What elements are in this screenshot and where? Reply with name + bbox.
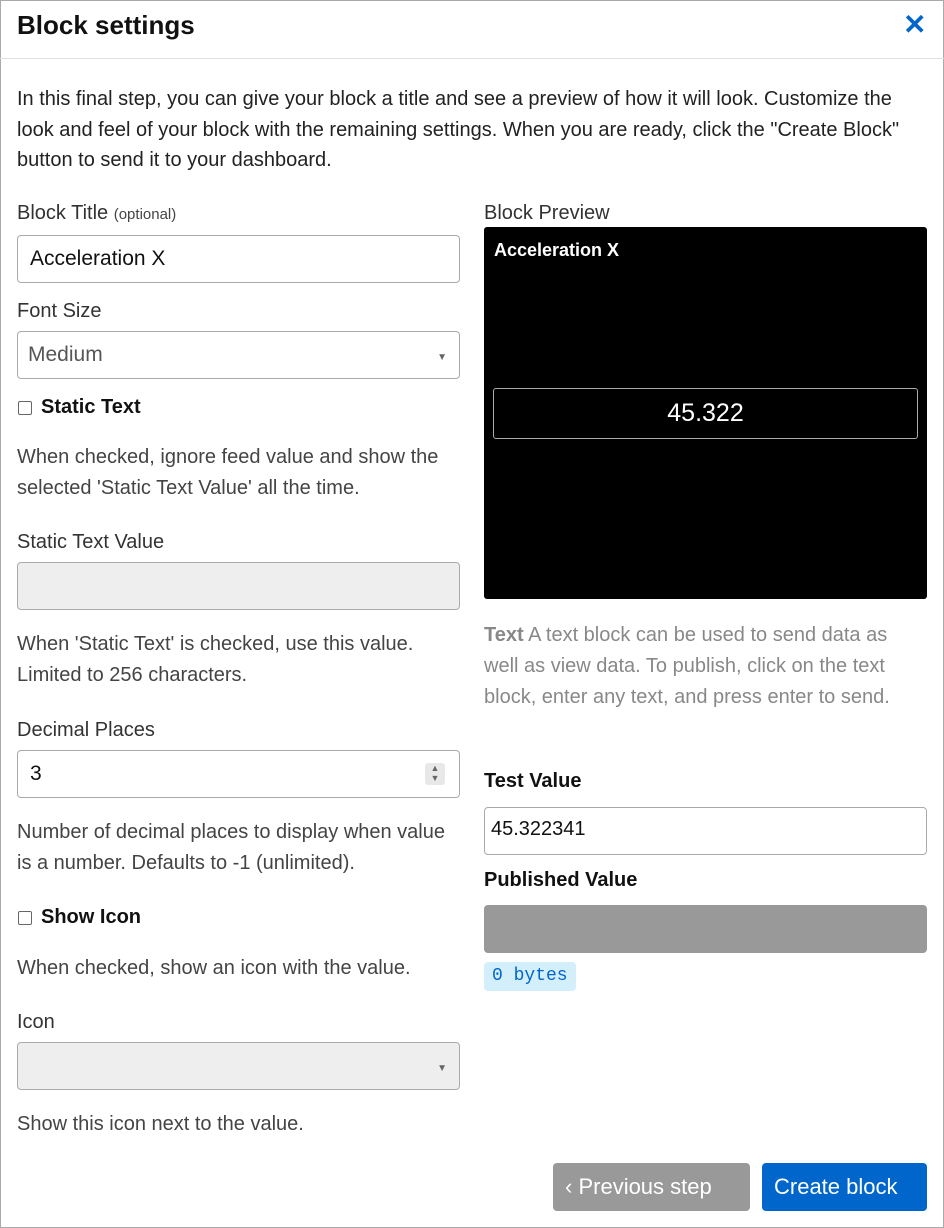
static-text-checkbox[interactable]: [18, 401, 32, 415]
block-title-input[interactable]: Acceleration X: [17, 235, 460, 283]
chevron-down-icon: ▼: [437, 352, 447, 363]
icon-help: Show this icon next to the value.: [17, 1113, 304, 1135]
decimal-places-input[interactable]: 3 ▲ ▼: [17, 750, 460, 798]
chevron-left-icon: ‹: [565, 1174, 579, 1199]
previous-step-label: Previous step: [578, 1174, 712, 1199]
block-description-text: A text block can be used to send data as…: [484, 624, 890, 708]
font-size-label: Font Size: [17, 300, 102, 322]
decimal-places-help: Number of decimal places to display when…: [17, 821, 445, 874]
block-title-label: Block Title (optional): [17, 202, 176, 225]
show-icon-label: Show Icon: [41, 906, 141, 928]
decimal-places-label: Decimal Places: [17, 719, 155, 741]
label-text: Block Title: [17, 202, 109, 224]
static-text-help: When checked, ignore feed value and show…: [17, 446, 439, 499]
create-block-button[interactable]: Create block: [762, 1163, 927, 1211]
dialog-title: Block settings: [17, 10, 195, 40]
show-icon-checkbox[interactable]: [18, 911, 32, 925]
block-preview: Acceleration X 45.322: [484, 227, 927, 599]
stepper-icon[interactable]: ▲ ▼: [425, 763, 445, 785]
preview-value-input[interactable]: 45.322: [493, 388, 918, 439]
font-size-value: Medium: [28, 343, 103, 366]
preview-block-title: Acceleration X: [494, 240, 620, 260]
block-description: Text A text block can be used to send da…: [484, 620, 927, 713]
test-value-label: Test Value: [484, 770, 582, 792]
previous-step-button[interactable]: ‹ Previous step: [553, 1163, 750, 1211]
static-text-value-input[interactable]: [17, 562, 460, 610]
decimal-places-value: 3: [30, 762, 42, 785]
optional-hint: (optional): [113, 206, 177, 223]
icon-label: Icon: [17, 1011, 55, 1033]
published-value-label: Published Value: [484, 869, 638, 891]
block-type-name: Text: [484, 624, 524, 646]
published-value-display: [484, 905, 927, 953]
test-value-input[interactable]: 45.322341: [484, 807, 927, 855]
static-text-label: Static Text: [41, 396, 141, 418]
chevron-down-icon: ▼: [437, 1063, 447, 1074]
bytes-badge: 0 bytes: [484, 962, 576, 991]
show-icon-help: When checked, show an icon with the valu…: [17, 957, 411, 979]
block-preview-label: Block Preview: [484, 202, 610, 224]
font-size-select[interactable]: Medium ▼: [17, 331, 460, 379]
static-text-value-label: Static Text Value: [17, 531, 165, 553]
close-icon[interactable]: ✕: [903, 8, 926, 41]
static-text-value-help: When 'Static Text' is checked, use this …: [17, 633, 414, 686]
icon-select[interactable]: ▼: [17, 1042, 460, 1090]
intro-text: In this final step, you can give your bl…: [17, 88, 900, 171]
